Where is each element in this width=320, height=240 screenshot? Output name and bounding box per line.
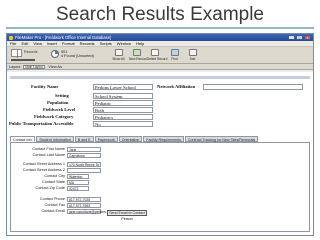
- contact-state-label: Contact State: [41, 180, 65, 184]
- contact-email-label: Contact Email: [41, 209, 65, 213]
- show-all-button[interactable]: Show All: [111, 49, 126, 61]
- contact-first-name-field[interactable]: Jane: [67, 147, 101, 152]
- delete-record-label: Delete Record: [147, 57, 168, 61]
- slide-title: Search Results Example: [55, 4, 265, 25]
- menu-view[interactable]: View: [33, 41, 42, 46]
- menu-help[interactable]: Help: [136, 41, 144, 46]
- contact-phone-label: Contact Phone: [39, 197, 65, 201]
- sort-button[interactable]: Sort: [185, 49, 200, 61]
- population-value[interactable]: Pediatric: [93, 100, 153, 106]
- maximize-button[interactable]: □: [296, 35, 303, 40]
- book-icon[interactable]: [11, 49, 22, 58]
- layout-label: Layout: [9, 64, 21, 69]
- network-affiliation-label: Network Affiliation: [157, 84, 196, 89]
- show-all-label: Show All: [112, 57, 125, 61]
- contact-last-name-label: Contact Last Name: [32, 153, 66, 157]
- record-content: Facility Name Perkins Lower School Netwo…: [7, 72, 313, 235]
- fieldwork-category-label: Fieldwork Category: [34, 114, 74, 119]
- delete-record-button[interactable]: Delete Record: [147, 49, 167, 61]
- window-controls: _ □ x: [288, 35, 311, 40]
- title-divider: [6, 27, 314, 29]
- population-label: Population: [47, 100, 69, 105]
- view-as-label: View As: [48, 64, 62, 69]
- close-button[interactable]: x: [304, 35, 311, 40]
- menu-scripts[interactable]: Scripts: [100, 41, 112, 46]
- contact-zip-field[interactable]: 02472: [67, 186, 89, 191]
- record-navigator[interactable]: Records: [11, 49, 37, 62]
- sort-icon: [188, 49, 197, 56]
- layout-bar: Layout Main Layout View As: [7, 64, 313, 70]
- contact-fax-label: Contact Fax: [44, 203, 65, 207]
- menu-records[interactable]: Records: [80, 41, 95, 46]
- sort-label: Sort: [189, 57, 196, 61]
- new-record-label: New Record: [129, 57, 147, 61]
- contact-street2-label: Contact Street Address 2: [22, 168, 65, 172]
- fieldwork-category-value[interactable]: Pediatrics: [93, 114, 153, 120]
- contact-phone-field[interactable]: 617-972-7025: [67, 197, 101, 202]
- record-count: 901 4 Found (Unsorted): [51, 50, 94, 59]
- send-email-button[interactable]: Send Email to Contact Person: [107, 210, 147, 221]
- layout-select[interactable]: Main Layout: [23, 64, 46, 69]
- facility-name-label: Facility Name: [31, 84, 59, 89]
- contact-street1-label: Contact Street Address 1: [22, 162, 65, 166]
- fieldwork-level-value[interactable]: Both: [93, 107, 153, 113]
- facility-name-value[interactable]: Perkins Lower School: [93, 84, 153, 90]
- contact-city-label: Contact City: [44, 174, 65, 178]
- contact-street2-field[interactable]: [67, 168, 101, 173]
- public-transport-label: Public Transportation Accessible: [9, 121, 74, 126]
- find-label: Find: [171, 57, 178, 61]
- filemaker-window: FileMaker Pro - [Fieldwork Office Intern…: [6, 33, 314, 236]
- public-transport-value[interactable]: No: [93, 121, 153, 127]
- records-found: 4 Found (Unsorted): [61, 54, 94, 59]
- toolbar: Records 901 4 Found (Unsorted) Show All …: [7, 47, 313, 64]
- delete-record-icon: [150, 49, 159, 56]
- new-record-button[interactable]: New Record: [129, 49, 147, 61]
- setting-label: Setting: [55, 93, 69, 98]
- found-pie-icon: [51, 50, 59, 58]
- contact-first-name-label: Contact First Name: [32, 147, 65, 151]
- nav-label: Records: [24, 50, 38, 54]
- menu-format[interactable]: Format: [62, 41, 75, 46]
- show-all-icon: [114, 49, 123, 56]
- new-record-icon: [132, 49, 141, 56]
- contact-fax-field[interactable]: 617-972-7693: [67, 203, 101, 208]
- menu-insert[interactable]: Insert: [47, 41, 57, 46]
- contact-email-field[interactable]: jane.carroltone@perkins.org: [67, 209, 112, 214]
- contact-last-name-field[interactable]: Carroltone: [67, 153, 101, 158]
- network-affiliation-value[interactable]: [203, 84, 303, 90]
- app-icon: [9, 35, 13, 40]
- minimize-button[interactable]: _: [288, 35, 295, 40]
- window-titlebar: FileMaker Pro - [Fieldwork Office Intern…: [7, 34, 313, 41]
- window-title: FileMaker Pro - [Fieldwork Office Intern…: [15, 35, 112, 40]
- find-icon: [170, 49, 179, 56]
- contact-city-field[interactable]: Waterloo: [67, 174, 89, 179]
- menu-edit[interactable]: Edit: [21, 41, 28, 46]
- fieldwork-level-label: Fieldwork Level: [43, 107, 76, 112]
- setting-value[interactable]: School System: [93, 93, 153, 99]
- contact-street1-field[interactable]: 170 North Reeve St.: [67, 162, 101, 167]
- contact-zip-label: Contact Zip Code: [35, 186, 65, 190]
- record-slider[interactable]: [11, 59, 35, 61]
- contact-info-panel: Contact First Name Jane Contact Last Nam…: [10, 142, 310, 232]
- contact-state-field[interactable]: MA: [67, 180, 89, 185]
- find-button[interactable]: Find: [167, 49, 182, 61]
- header-strip: [10, 76, 310, 79]
- menu-file[interactable]: File: [10, 41, 16, 46]
- menu-window[interactable]: Window: [117, 41, 131, 46]
